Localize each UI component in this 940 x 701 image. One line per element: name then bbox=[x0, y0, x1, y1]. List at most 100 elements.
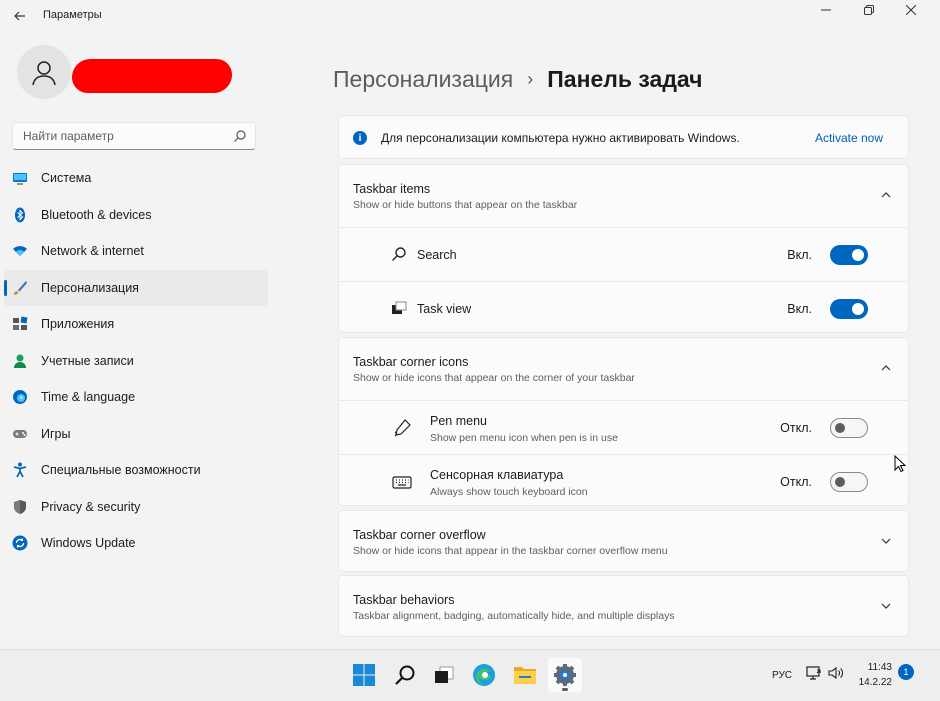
sidebar-item-label: Игры bbox=[41, 426, 71, 441]
sidebar-item-label: Privacy & security bbox=[41, 499, 141, 514]
search-toggle[interactable] bbox=[830, 245, 868, 265]
sidebar-item-label: Network & internet bbox=[41, 244, 144, 259]
activation-message: Для персонализации компьютера нужно акти… bbox=[381, 131, 740, 145]
sidebar-item-accessibility[interactable]: Специальные возможности bbox=[4, 452, 268, 489]
task-view-toggle-row: Task view Вкл. bbox=[339, 281, 908, 335]
taskbar-items-header[interactable]: Taskbar items Show or hide buttons that … bbox=[339, 165, 908, 227]
mouse-cursor-icon bbox=[894, 455, 906, 473]
chevron-up-icon[interactable] bbox=[880, 362, 892, 374]
taskbar-corner-icons-section: Taskbar corner icons Show or hide icons … bbox=[338, 337, 909, 506]
person-icon bbox=[17, 45, 71, 99]
bluetooth-icon bbox=[15, 207, 25, 222]
row-label: Сенсорная клавиатура bbox=[430, 468, 564, 482]
pen-menu-toggle[interactable] bbox=[830, 418, 868, 438]
volume-icon[interactable] bbox=[828, 665, 844, 681]
corner-icons-header[interactable]: Taskbar corner icons Show or hide icons … bbox=[339, 338, 908, 400]
close-icon[interactable] bbox=[891, 0, 931, 20]
corner-overflow-header[interactable]: Taskbar corner overflow Show or hide ico… bbox=[339, 511, 908, 573]
sidebar-item-system[interactable]: Система bbox=[4, 160, 268, 197]
search-icon bbox=[392, 247, 406, 261]
sidebar-item-gaming[interactable]: Игры bbox=[4, 416, 268, 453]
update-sync-icon bbox=[12, 535, 28, 551]
arrow-left-icon[interactable] bbox=[10, 6, 30, 26]
clock-date: 14.2.22 bbox=[858, 677, 892, 688]
chevron-down-icon[interactable] bbox=[880, 600, 892, 612]
search-icon[interactable] bbox=[233, 129, 247, 143]
row-label: Task view bbox=[417, 302, 472, 316]
accessibility-icon bbox=[13, 462, 27, 478]
task-view-icon[interactable] bbox=[427, 658, 461, 692]
minimize-icon[interactable] bbox=[806, 0, 846, 20]
sidebar-item-privacy[interactable]: Privacy & security bbox=[4, 489, 268, 526]
settings-gear-icon[interactable] bbox=[548, 658, 582, 692]
toggle-state-label: Откл. bbox=[780, 421, 812, 435]
toggle-state-label: Вкл. bbox=[787, 248, 812, 262]
windows-taskbar: РУС 11:43 14.2.22 1 bbox=[0, 649, 940, 701]
windows-start-icon[interactable] bbox=[347, 658, 381, 692]
input-language-indicator[interactable]: РУС bbox=[772, 670, 792, 681]
section-title: Taskbar items bbox=[353, 182, 431, 196]
user-profile bbox=[17, 45, 257, 101]
task-view-icon bbox=[392, 301, 407, 314]
breadcrumb: Персонализация › Панель задач bbox=[333, 66, 703, 93]
taskbar-behaviors-section[interactable]: Taskbar behaviors Taskbar alignment, bad… bbox=[338, 575, 909, 637]
shield-icon bbox=[14, 499, 26, 514]
sidebar-item-personalization[interactable]: Персонализация bbox=[4, 269, 268, 306]
sidebar-item-apps[interactable]: Приложения bbox=[4, 306, 268, 343]
sidebar-item-accounts[interactable]: Учетные записи bbox=[4, 343, 268, 380]
touch-keyboard-toggle[interactable] bbox=[830, 472, 868, 492]
apps-icon bbox=[13, 316, 28, 330]
toggle-state-label: Откл. bbox=[780, 475, 812, 489]
sidebar-item-label: Time & language bbox=[41, 390, 136, 405]
sidebar-item-network[interactable]: Network & internet bbox=[4, 233, 268, 270]
sidebar-item-label: Система bbox=[41, 171, 92, 186]
row-description: Show pen menu icon when pen is in use bbox=[430, 432, 618, 444]
row-label: Pen menu bbox=[430, 414, 487, 428]
info-icon: i bbox=[353, 131, 367, 145]
section-title: Taskbar corner icons bbox=[353, 355, 469, 369]
search-toggle-row: Search Вкл. bbox=[339, 227, 908, 281]
globe-clock-icon bbox=[13, 390, 27, 404]
toggle-state-label: Вкл. bbox=[787, 302, 812, 316]
sidebar-item-label: Учетные записи bbox=[41, 353, 134, 368]
section-subtitle: Taskbar alignment, badging, automaticall… bbox=[353, 610, 675, 622]
sidebar-item-label: Windows Update bbox=[41, 536, 136, 551]
active-app-indicator bbox=[562, 688, 568, 691]
gamepad-icon bbox=[13, 429, 27, 438]
section-subtitle: Show or hide icons that appear in the ta… bbox=[353, 545, 668, 557]
task-view-toggle[interactable] bbox=[830, 299, 868, 319]
sidebar-item-label: Bluetooth & devices bbox=[41, 207, 152, 222]
edge-browser-icon[interactable] bbox=[467, 658, 501, 692]
restore-icon[interactable] bbox=[849, 0, 889, 20]
sidebar-item-label: Специальные возможности bbox=[41, 463, 201, 478]
search-field[interactable] bbox=[12, 122, 256, 150]
touch-keyboard-toggle-row: Сенсорная клавиатура Always show touch k… bbox=[339, 454, 908, 508]
taskbar-corner-overflow-section[interactable]: Taskbar corner overflow Show or hide ico… bbox=[338, 510, 909, 572]
taskbar-clock[interactable]: 11:43 14.2.22 bbox=[856, 660, 892, 690]
network-monitor-icon[interactable] bbox=[806, 665, 822, 681]
chevron-up-icon[interactable] bbox=[880, 189, 892, 201]
sidebar-item-bluetooth[interactable]: Bluetooth & devices bbox=[4, 197, 268, 234]
notification-badge[interactable]: 1 bbox=[898, 664, 914, 680]
sidebar-nav: Система Bluetooth & devices Network & in… bbox=[4, 160, 268, 562]
sidebar-item-windows-update[interactable]: Windows Update bbox=[4, 525, 268, 562]
taskbar-search-icon[interactable] bbox=[388, 658, 422, 692]
activate-now-link[interactable]: Activate now bbox=[815, 131, 883, 145]
redacted-username bbox=[70, 59, 234, 93]
file-explorer-icon[interactable] bbox=[508, 658, 542, 692]
sidebar-item-label: Персонализация bbox=[41, 280, 139, 295]
pen-menu-toggle-row: Pen menu Show pen menu icon when pen is … bbox=[339, 400, 908, 454]
search-input[interactable] bbox=[13, 123, 223, 149]
section-subtitle: Show or hide buttons that appear on the … bbox=[353, 199, 578, 211]
pen-icon bbox=[394, 419, 411, 437]
breadcrumb-parent[interactable]: Персонализация bbox=[333, 66, 513, 93]
sidebar-item-time-language[interactable]: Time & language bbox=[4, 379, 268, 416]
behaviors-header[interactable]: Taskbar behaviors Taskbar alignment, bad… bbox=[339, 576, 908, 638]
chevron-down-icon[interactable] bbox=[880, 535, 892, 547]
person-account-icon bbox=[14, 354, 26, 368]
taskbar-items-section: Taskbar items Show or hide buttons that … bbox=[338, 164, 909, 333]
system-display-icon bbox=[13, 173, 27, 185]
title-bar: Параметры bbox=[0, 0, 940, 32]
section-title: Taskbar behaviors bbox=[353, 593, 455, 607]
breadcrumb-separator: › bbox=[527, 69, 534, 89]
